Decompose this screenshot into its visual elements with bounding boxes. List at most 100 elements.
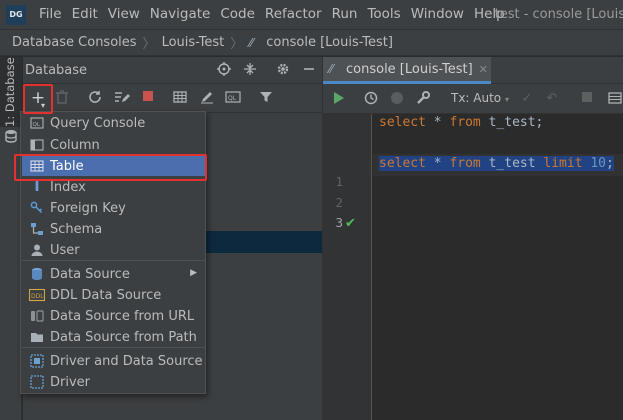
collapse-icon[interactable] xyxy=(242,62,258,78)
database-tool-tab-label: 1: Database xyxy=(3,57,17,127)
url-icon xyxy=(29,308,45,324)
menu-separator xyxy=(22,260,205,261)
submenu-arrow-icon: ▶ xyxy=(190,268,197,278)
code-line[interactable]: select * from t_test; xyxy=(379,115,543,130)
menu-item-column[interactable]: Column xyxy=(22,135,205,155)
edit-properties-icon[interactable] xyxy=(114,90,130,106)
menu-edit[interactable]: Edit xyxy=(67,0,103,29)
menu-item-data-source-from-path[interactable]: Data Source from Path xyxy=(22,327,205,347)
menu-code[interactable]: Code xyxy=(215,0,260,29)
menu-item-label: Table xyxy=(50,158,84,174)
refresh-icon[interactable] xyxy=(87,90,103,106)
output-table-icon[interactable] xyxy=(607,91,623,107)
breadcrumb-database-consoles[interactable]: Database Consoles xyxy=(12,35,137,50)
menu-item-ddl-data-source[interactable]: DDL DDL Data Source xyxy=(22,285,205,305)
history-icon[interactable] xyxy=(363,91,379,107)
menu-item-foreign-key[interactable]: Foreign Key xyxy=(22,198,205,218)
menu-file[interactable]: File xyxy=(34,0,67,29)
menu-item-label: Driver and Data Source xyxy=(50,353,203,369)
menu-item-user[interactable]: User xyxy=(22,240,205,260)
menu-item-index[interactable]: I Index xyxy=(22,177,205,197)
cancel-query-icon[interactable] xyxy=(579,91,595,107)
user-icon xyxy=(29,242,45,258)
editor-tab-bar: ⁄⁄ console [Louis-Test] ✕ xyxy=(323,57,623,84)
data-source-icon xyxy=(29,266,45,282)
menu-item-label: Data Source from Path xyxy=(50,329,197,345)
line-number: 3 xyxy=(335,215,343,230)
breadcrumb-console[interactable]: console [Louis-Test] xyxy=(266,35,393,50)
menu-item-label: Index xyxy=(50,179,86,195)
code-token: from xyxy=(449,156,481,171)
editor-area: ⁄⁄ console [Louis-Test] ✕ Tx: Auto ▾ ✓ ↶… xyxy=(322,57,623,420)
add-icon[interactable]: + ▾ xyxy=(30,90,46,111)
menu-item-label: Foreign Key xyxy=(50,200,126,216)
console-file-icon: ⁄⁄ xyxy=(249,35,254,50)
driver-icon xyxy=(29,374,45,390)
menu-item-data-source[interactable]: Data Source ▶ xyxy=(22,264,205,284)
menu-item-table[interactable]: Table xyxy=(22,156,205,176)
minimize-icon[interactable] xyxy=(301,62,317,78)
crosshair-icon[interactable] xyxy=(216,62,232,78)
line-number: 2 xyxy=(335,195,343,210)
database-tool-tab[interactable]: 1: Database xyxy=(0,57,22,127)
menu-item-schema[interactable]: Schema xyxy=(22,219,205,239)
console-file-icon: ⁄⁄ xyxy=(329,62,334,76)
menu-item-label: Column xyxy=(50,137,100,153)
transaction-mode-dropdown[interactable]: Tx: Auto ▾ xyxy=(451,91,509,105)
line-number: 1 xyxy=(335,174,343,189)
code-token: t_test; xyxy=(480,115,544,130)
menu-navigate[interactable]: Navigate xyxy=(145,0,216,29)
menu-item-label: Data Source xyxy=(50,266,130,282)
code-token: limit xyxy=(543,156,583,171)
code-token: 10 xyxy=(590,156,607,171)
breadcrumb: Database Consoles 〉 Louis-Test 〉 ⁄⁄ cons… xyxy=(0,29,623,56)
menu-refactor[interactable]: Refactor xyxy=(260,0,327,29)
menu-item-query-console[interactable]: QL Query Console xyxy=(22,113,205,133)
svg-text:QL: QL xyxy=(228,95,237,102)
ddl-icon: DDL xyxy=(29,287,45,303)
menu-item-label: Data Source from URL xyxy=(50,308,195,324)
svg-text:DDL: DDL xyxy=(31,293,44,300)
filter-icon[interactable] xyxy=(258,90,274,106)
schema-icon xyxy=(29,221,45,237)
console-icon[interactable]: QL xyxy=(225,90,241,106)
driver-datasource-icon xyxy=(29,353,45,369)
commit-icon[interactable]: ✓ xyxy=(519,91,535,107)
rollback-icon[interactable]: ↶ xyxy=(544,91,560,107)
menu-item-driver[interactable]: Driver xyxy=(22,372,205,392)
foreign-key-icon xyxy=(29,200,45,216)
database-panel-title: Database xyxy=(25,62,88,78)
menu-item-label: Driver xyxy=(50,374,91,390)
menu-item-data-source-from-url[interactable]: Data Source from URL xyxy=(22,306,205,326)
menu-item-label: User xyxy=(50,242,80,258)
delete-icon[interactable] xyxy=(54,90,70,106)
code-token: * xyxy=(425,115,450,130)
wrench-icon[interactable] xyxy=(415,91,431,107)
table-icon[interactable] xyxy=(172,90,188,106)
gear-icon[interactable] xyxy=(275,62,291,78)
menu-view[interactable]: View xyxy=(103,0,145,29)
menu-run[interactable]: Run xyxy=(327,0,363,29)
editor-tab-console[interactable]: ⁄⁄ console [Louis-Test] ✕ xyxy=(323,57,491,84)
breadcrumb-louis-test[interactable]: Louis-Test xyxy=(162,35,225,50)
left-tool-strip: 1: Database xyxy=(0,57,22,420)
close-icon[interactable]: ✕ xyxy=(479,63,488,76)
folder-icon xyxy=(29,329,45,345)
code-token: select xyxy=(379,156,426,171)
menu-item-driver-and-data-source[interactable]: Driver and Data Source xyxy=(22,351,205,371)
stop-icon[interactable] xyxy=(140,90,156,106)
table-icon xyxy=(29,158,45,174)
menu-tools[interactable]: Tools xyxy=(362,0,405,29)
edit-icon[interactable] xyxy=(199,90,215,106)
check-icon: ✔ xyxy=(345,216,356,231)
new-object-popup-menu: QL Query Console Column Table I Index Foreign … xyxy=(20,111,206,394)
code-line[interactable]: select * from t_test limit 10; xyxy=(379,156,614,171)
svg-text:QL: QL xyxy=(33,122,41,128)
run-icon[interactable] xyxy=(331,91,347,107)
database-toolbar: + ▾ QL xyxy=(23,84,322,113)
code-token: * xyxy=(425,156,450,171)
window-title: test - console [Louis xyxy=(494,7,623,22)
menu-window[interactable]: Window xyxy=(406,0,469,29)
database-icon xyxy=(5,130,17,143)
chevron-down-icon: ▾ xyxy=(504,95,509,104)
